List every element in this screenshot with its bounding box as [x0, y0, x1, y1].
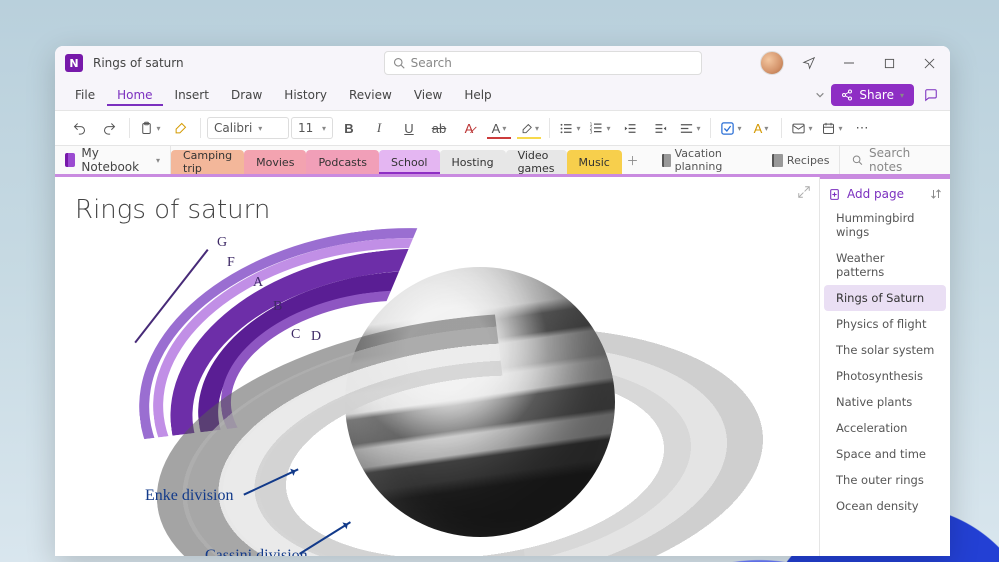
annotation-cassini: Cassini division — [205, 547, 308, 556]
font-color-button[interactable]: A▾ — [485, 116, 513, 140]
fullscreen-icon[interactable] — [797, 185, 811, 199]
notebook-icon — [772, 154, 783, 167]
italic-button[interactable]: I — [365, 116, 393, 140]
chevron-down-icon: ▾ — [900, 91, 904, 100]
page-canvas[interactable]: Rings of saturn G F A B C D — [55, 177, 819, 556]
page-item[interactable]: Acceleration — [824, 415, 946, 441]
ring-label-a: A — [253, 275, 263, 291]
sections-bar: My Notebook ▾ Camping tripMoviesPodcasts… — [55, 146, 950, 177]
window-maximize-button[interactable] — [874, 51, 904, 75]
bold-button[interactable]: B — [335, 116, 363, 140]
global-search-input[interactable]: Search — [384, 51, 702, 75]
menu-item-home[interactable]: Home — [107, 84, 162, 106]
section-tab-video-games[interactable]: Video games — [506, 150, 567, 174]
svg-text:3: 3 — [590, 129, 593, 135]
menu-item-history[interactable]: History — [274, 84, 337, 106]
page-item[interactable]: The outer rings — [824, 467, 946, 493]
ring-label-c: C — [291, 327, 300, 343]
share-label: Share — [859, 88, 894, 102]
section-tab-movies[interactable]: Movies — [244, 150, 306, 174]
menu-item-draw[interactable]: Draw — [221, 84, 272, 106]
pinned-page-recipes[interactable]: Recipes — [762, 154, 840, 167]
pinned-page-vacation-planning[interactable]: Vacation planning — [652, 147, 762, 173]
comments-button[interactable] — [922, 86, 940, 104]
todo-tag-button[interactable]: ▾ — [717, 116, 745, 140]
font-size-select[interactable]: 11▾ — [291, 117, 333, 139]
increase-indent-button[interactable] — [646, 116, 674, 140]
ring-label-d: D — [311, 329, 321, 345]
decrease-indent-button[interactable] — [616, 116, 644, 140]
overflow-menu-button[interactable]: ⋯ — [848, 116, 876, 140]
ribbon-display-options[interactable] — [811, 86, 829, 104]
notebook-selector[interactable]: My Notebook ▾ — [55, 146, 171, 174]
add-section-button[interactable]: ＋ — [622, 146, 643, 174]
section-tab-podcasts[interactable]: Podcasts — [306, 150, 379, 174]
numbering-button[interactable]: 123▾ — [586, 116, 614, 140]
highlight-button[interactable]: ▾ — [515, 116, 543, 140]
notebook-icon — [662, 154, 671, 167]
window-minimize-button[interactable] — [834, 51, 864, 75]
menu-item-file[interactable]: File — [65, 84, 105, 106]
share-button[interactable]: Share ▾ — [831, 84, 914, 106]
menu-item-view[interactable]: View — [404, 84, 452, 106]
menu-item-review[interactable]: Review — [339, 84, 402, 106]
add-page-icon[interactable] — [828, 188, 841, 201]
content-area: Rings of saturn G F A B C D — [55, 177, 950, 556]
sort-pages-button[interactable] — [930, 188, 942, 200]
email-page-button[interactable]: ▾ — [788, 116, 816, 140]
font-family-select[interactable]: Calibri▾ — [207, 117, 289, 139]
redo-button[interactable] — [95, 116, 123, 140]
ribbon-toolbar: ▾ Calibri▾ 11▾ B I U ab A̷ A▾ ▾ ▾ 123▾ ▾… — [55, 111, 950, 146]
undo-button[interactable] — [65, 116, 93, 140]
chevron-down-icon: ▾ — [156, 156, 160, 165]
section-tab-camping-trip[interactable]: Camping trip — [171, 150, 244, 174]
meeting-details-button[interactable]: ▾ — [818, 116, 846, 140]
menu-item-insert[interactable]: Insert — [165, 84, 219, 106]
title-bar: Rings of saturn Search — [55, 46, 950, 80]
app-window: Rings of saturn Search FileHomeInsertDra… — [55, 46, 950, 556]
chevron-down-icon: ▾ — [258, 124, 262, 133]
menu-bar: FileHomeInsertDrawHistoryReviewViewHelp … — [55, 80, 950, 111]
align-button[interactable]: ▾ — [676, 116, 704, 140]
ring-label-g: G — [217, 235, 227, 251]
page-item[interactable]: Hummingbird wings — [824, 205, 946, 245]
tags-button[interactable]: A▾ — [747, 116, 775, 140]
ring-label-b: B — [273, 299, 282, 315]
chevron-down-icon: ▾ — [322, 124, 326, 133]
menu-item-help[interactable]: Help — [454, 84, 501, 106]
clear-formatting-button[interactable]: A̷ — [455, 116, 483, 140]
page-title[interactable]: Rings of saturn — [75, 195, 799, 225]
page-item[interactable]: Ocean density — [824, 493, 946, 519]
notification-icon[interactable] — [794, 51, 824, 75]
page-item[interactable]: Space and time — [824, 441, 946, 467]
bullets-button[interactable]: ▾ — [556, 116, 584, 140]
search-notes-input[interactable]: Search notes — [839, 146, 950, 174]
section-tab-hosting[interactable]: Hosting — [440, 150, 506, 174]
page-list-panel: Add page Hummingbird wingsWeather patter… — [819, 177, 950, 556]
search-icon — [393, 57, 405, 69]
section-tab-music[interactable]: Music — [567, 150, 622, 174]
format-painter-button[interactable] — [166, 116, 194, 140]
add-page-button[interactable]: Add page — [847, 187, 924, 201]
paste-button[interactable]: ▾ — [136, 116, 164, 140]
section-tab-school[interactable]: School — [379, 150, 440, 174]
page-item[interactable]: Physics of flight — [824, 311, 946, 337]
page-item[interactable]: Photosynthesis — [824, 363, 946, 389]
window-close-button[interactable] — [914, 51, 944, 75]
page-item[interactable]: The solar system — [824, 337, 946, 363]
user-avatar[interactable] — [760, 51, 784, 75]
underline-button[interactable]: U — [395, 116, 423, 140]
strikethrough-button[interactable]: ab — [425, 116, 453, 140]
page-item[interactable]: Weather patterns — [824, 245, 946, 285]
onenote-app-icon — [65, 54, 83, 72]
annotation-enke: Enke division — [145, 487, 233, 505]
ring-label-f: F — [227, 255, 235, 271]
page-item[interactable]: Rings of Saturn — [824, 285, 946, 311]
page-item[interactable]: Native plants — [824, 389, 946, 415]
document-title: Rings of saturn — [93, 56, 184, 70]
notebook-icon — [65, 153, 75, 167]
search-placeholder: Search — [411, 56, 452, 70]
saturn-drawing: G F A B C D Enke division Cassini divisi… — [115, 237, 795, 556]
